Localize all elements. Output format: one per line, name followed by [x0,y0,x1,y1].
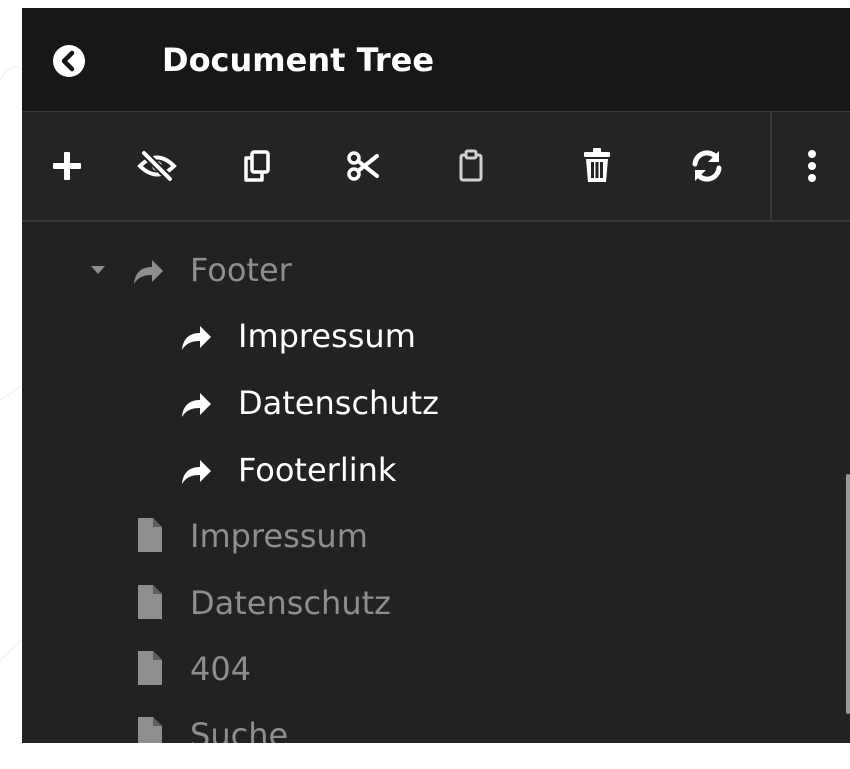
scissors-icon [347,151,379,181]
paste-button[interactable] [426,112,516,220]
toggle-visibility-button[interactable] [112,112,202,220]
trash-icon [584,148,610,182]
refresh-icon [692,150,722,182]
share-arrow-icon [182,460,211,484]
tree-item-label: Footer [190,251,292,289]
more-button[interactable] [774,112,850,220]
share-arrow-icon [134,260,163,284]
document-icon [138,717,162,743]
tree-item-label: Datenschutz [190,584,391,622]
tree-item-label: Impressum [238,317,416,355]
share-arrow-icon [182,393,211,417]
tree-item-impressum[interactable]: Impressum [22,504,842,570]
document-icon [138,651,162,685]
copy-icon [244,150,270,182]
tree-item-impressum-link[interactable]: Impressum [22,304,842,370]
document-tree-panel: Document Tree Footer Impressum Datenschu… [22,8,850,743]
plus-icon [53,152,81,180]
tree-item-label: Footerlink [238,451,397,489]
tree-item-datenschutz-link[interactable]: Datenschutz [22,371,842,437]
clipboard-icon [459,149,483,182]
delete-button[interactable] [552,112,642,220]
tree-item-label: Suche [190,716,289,743]
toolbar [22,112,850,222]
toolbar-separator [770,112,772,220]
tree-item-footer[interactable]: Footer [22,238,842,304]
refresh-button[interactable] [662,112,752,220]
eye-slash-icon [137,150,177,182]
chevron-left-circle-icon [53,45,85,77]
tree-item-label: Impressum [190,517,368,555]
tree-item-datenschutz[interactable]: Datenschutz [22,571,842,637]
tree-item-label: Datenschutz [238,384,439,422]
share-arrow-icon [182,326,211,350]
cut-button[interactable] [318,112,408,220]
add-button[interactable] [22,112,112,220]
tree-item-label: 404 [190,650,252,688]
tree-scrollbar[interactable] [846,474,850,714]
tree-item-404[interactable]: 404 [22,637,842,703]
document-icon [138,585,162,619]
tree-item-suche[interactable]: Suche [22,703,842,743]
more-vertical-icon [808,150,816,182]
caret-down-icon[interactable] [90,265,106,275]
document-tree: Footer Impressum Datenschutz Footerlink [22,222,850,743]
copy-button[interactable] [212,112,302,220]
back-button[interactable] [52,44,86,78]
panel-header: Document Tree [22,8,850,112]
document-icon [138,518,162,552]
panel-title: Document Tree [162,41,435,79]
tree-item-footerlink[interactable]: Footerlink [22,438,842,504]
